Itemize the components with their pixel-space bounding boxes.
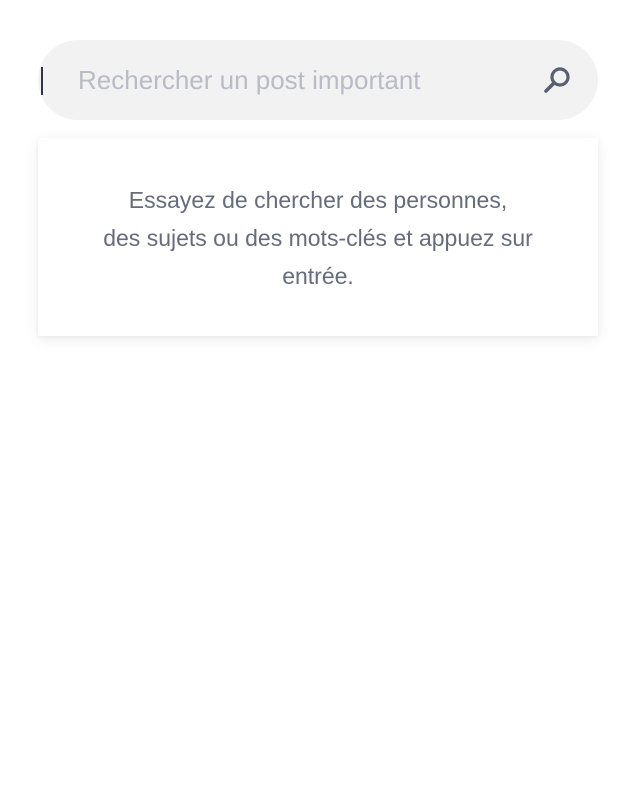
hint-text-line: des sujets ou des mots-clés et appuez su… (103, 225, 533, 251)
search-hint-panel: Essayez de chercher des personnes, des s… (38, 138, 598, 336)
search-bar (38, 40, 598, 120)
hint-text-line: Essayez de chercher des personnes, (128, 187, 508, 213)
search-page: Essayez de chercher des personnes, des s… (0, 0, 640, 790)
text-cursor (41, 67, 43, 95)
search-icon (544, 67, 570, 93)
hint-text-line: entrée. (282, 263, 354, 289)
search-input[interactable] (78, 40, 518, 120)
search-button[interactable] (540, 64, 574, 98)
